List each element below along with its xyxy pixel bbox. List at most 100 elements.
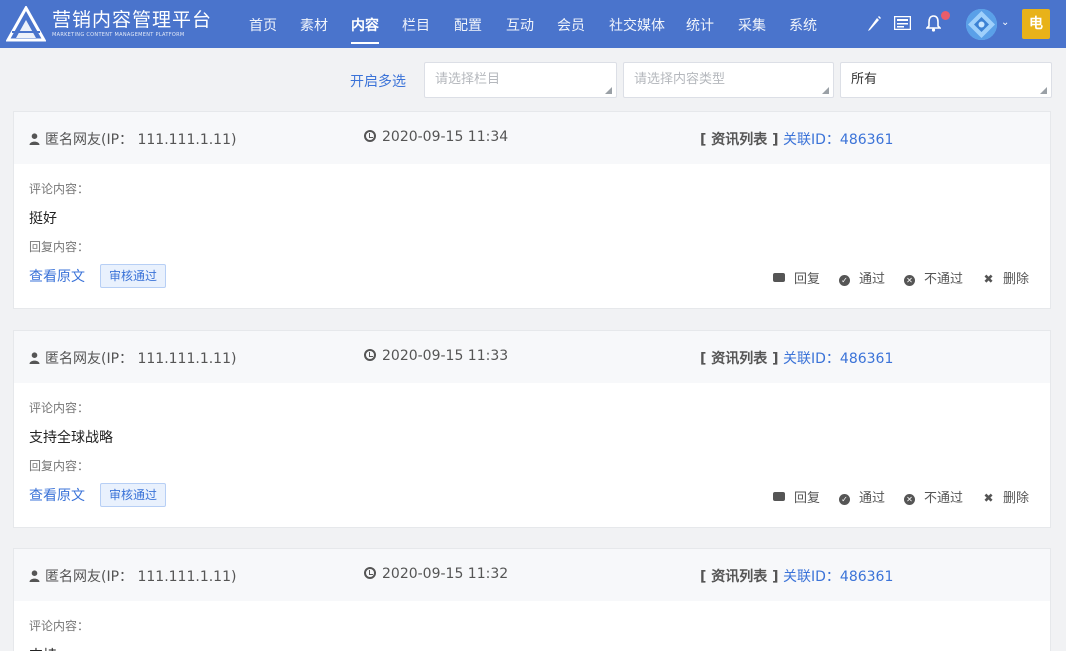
user-icon	[29, 570, 40, 582]
content-type-placeholder: 请选择内容类型	[634, 72, 726, 87]
approve-button[interactable]: ✓ 通过	[839, 487, 885, 506]
brand-badge[interactable]: 电	[1022, 9, 1050, 39]
nav-columns[interactable]: 栏目	[402, 15, 430, 35]
comment-time: 2020-09-15 11:34	[364, 129, 508, 145]
bell-icon[interactable]	[926, 14, 941, 32]
reply-button[interactable]: 回复	[773, 487, 820, 506]
nav-members[interactable]: 会员	[557, 15, 585, 35]
clock-icon	[364, 567, 376, 579]
nav-materials[interactable]: 素材	[300, 15, 328, 35]
related-id-value[interactable]: 486361	[840, 132, 893, 148]
logo-mark-icon	[6, 6, 46, 42]
check-circle-icon: ✓	[839, 275, 850, 286]
approve-button-label: 通过	[859, 272, 886, 287]
comment-card-body: 评论内容： 支持	[14, 601, 1050, 651]
comment-icon	[773, 273, 785, 282]
comment-card: 匿名网友(IP： 111.111.1.11) 2020-09-15 11:34 …	[13, 111, 1051, 309]
comment-user-text: 匿名网友(IP： 111.111.1.11)	[45, 132, 237, 148]
reject-button[interactable]: ✕ 不通过	[904, 487, 963, 506]
status-select-value: 所有	[851, 72, 878, 87]
clock-icon	[364, 130, 376, 142]
column-select[interactable]: 请选择栏目	[424, 62, 617, 98]
comment-content: 挺好	[29, 211, 57, 227]
comment-label: 评论内容：	[29, 619, 90, 633]
related-id-label[interactable]: 关联ID：	[783, 351, 840, 367]
status-select[interactable]: 所有	[840, 62, 1052, 98]
comment-card-header: 匿名网友(IP： 111.111.1.11) 2020-09-15 11:34 …	[14, 112, 1050, 164]
related-id-value[interactable]: 486361	[840, 569, 893, 585]
reply-button[interactable]: 回复	[773, 268, 820, 287]
user-icon	[29, 133, 40, 145]
related-id-label[interactable]: 关联ID：	[783, 569, 840, 585]
approve-button[interactable]: ✓ 通过	[839, 268, 885, 287]
delete-button[interactable]: ✖ 删除	[983, 487, 1029, 506]
multi-select-toggle[interactable]: 开启多选	[350, 71, 406, 91]
nav-interaction[interactable]: 互动	[506, 15, 534, 35]
comment-label: 评论内容：	[29, 401, 90, 415]
delete-button-label: 删除	[1003, 491, 1030, 506]
chevron-down-icon[interactable]: ⌄	[1001, 17, 1009, 28]
comment-content: 支持全球战略	[29, 430, 113, 446]
related-id-value[interactable]: 486361	[840, 351, 893, 367]
close-icon: ✖	[983, 491, 994, 505]
close-icon: ✖	[983, 272, 994, 286]
comment-time-text: 2020-09-15 11:33	[382, 348, 509, 364]
status-badge: 审核通过	[100, 483, 167, 507]
reply-label: 回复内容：	[29, 459, 90, 473]
comment-icon	[773, 492, 785, 501]
nav-collection[interactable]: 采集	[738, 15, 766, 35]
clock-icon	[364, 349, 376, 361]
reply-button-label: 回复	[794, 491, 821, 506]
select-arrow-icon	[605, 87, 612, 94]
avatar-pattern-icon	[966, 9, 997, 40]
comment-user: 匿名网友(IP： 111.111.1.11)	[29, 348, 236, 368]
nav-social-media[interactable]: 社交媒体	[609, 15, 665, 35]
check-circle-icon: ✓	[839, 494, 850, 505]
comment-user: 匿名网友(IP： 111.111.1.11)	[29, 129, 236, 149]
delete-button-label: 删除	[1003, 272, 1030, 287]
related-info: [ 资讯列表 ] 关联ID：486361	[700, 348, 893, 368]
content-type-select[interactable]: 请选择内容类型	[623, 62, 834, 98]
reply-button-label: 回复	[794, 272, 821, 287]
delete-button[interactable]: ✖ 删除	[983, 268, 1029, 287]
comment-card-body: 评论内容： 挺好 回复内容： 查看原文 审核通过 回复 ✓ 通过 ✕ 不通过 ✖ 删除	[14, 164, 1050, 308]
nav-home[interactable]: 首页	[249, 15, 277, 35]
user-icon	[29, 352, 40, 364]
view-original-link[interactable]: 查看原文	[29, 266, 85, 286]
comment-user: 匿名网友(IP： 111.111.1.11)	[29, 566, 236, 586]
comment-card-header: 匿名网友(IP： 111.111.1.11) 2020-09-15 11:33 …	[14, 331, 1050, 383]
reject-button[interactable]: ✕ 不通过	[904, 268, 963, 287]
reject-button-label: 不通过	[924, 491, 964, 506]
select-arrow-icon	[1040, 87, 1047, 94]
active-nav-indicator	[351, 42, 379, 44]
top-navigation-bar: 营销内容管理平台 MARKETING CONTENT MANAGEMENT PL…	[0, 0, 1066, 48]
related-id-label[interactable]: 关联ID：	[783, 132, 840, 148]
comment-card-header: 匿名网友(IP： 111.111.1.11) 2020-09-15 11:32 …	[14, 549, 1050, 601]
related-info: [ 资讯列表 ] 关联ID：486361	[700, 566, 893, 586]
column-select-placeholder: 请选择栏目	[435, 72, 501, 87]
card-icon[interactable]	[894, 16, 911, 30]
status-badge: 审核通过	[100, 264, 167, 288]
comment-user-text: 匿名网友(IP： 111.111.1.11)	[45, 569, 237, 585]
nav-statistics[interactable]: 统计	[686, 15, 714, 35]
select-arrow-icon	[822, 87, 829, 94]
app-title: 营销内容管理平台	[52, 9, 213, 31]
related-category: [ 资讯列表 ]	[700, 351, 779, 367]
nav-system[interactable]: 系统	[789, 15, 817, 35]
comment-label: 评论内容：	[29, 182, 90, 196]
view-original-link[interactable]: 查看原文	[29, 485, 85, 505]
comment-time: 2020-09-15 11:32	[364, 566, 508, 582]
nav-config[interactable]: 配置	[454, 15, 482, 35]
avatar[interactable]	[966, 9, 997, 40]
nav-content[interactable]: 内容	[351, 15, 379, 35]
related-category: [ 资讯列表 ]	[700, 569, 779, 585]
x-circle-icon: ✕	[904, 494, 915, 505]
pencil-icon[interactable]	[866, 15, 882, 32]
related-info: [ 资讯列表 ] 关联ID：486361	[700, 129, 893, 149]
comment-user-text: 匿名网友(IP： 111.111.1.11)	[45, 351, 237, 367]
reject-button-label: 不通过	[924, 272, 964, 287]
related-category: [ 资讯列表 ]	[700, 132, 779, 148]
comment-time: 2020-09-15 11:33	[364, 348, 508, 364]
approve-button-label: 通过	[859, 491, 886, 506]
app-logo[interactable]: 营销内容管理平台 MARKETING CONTENT MANAGEMENT PL…	[6, 6, 212, 42]
